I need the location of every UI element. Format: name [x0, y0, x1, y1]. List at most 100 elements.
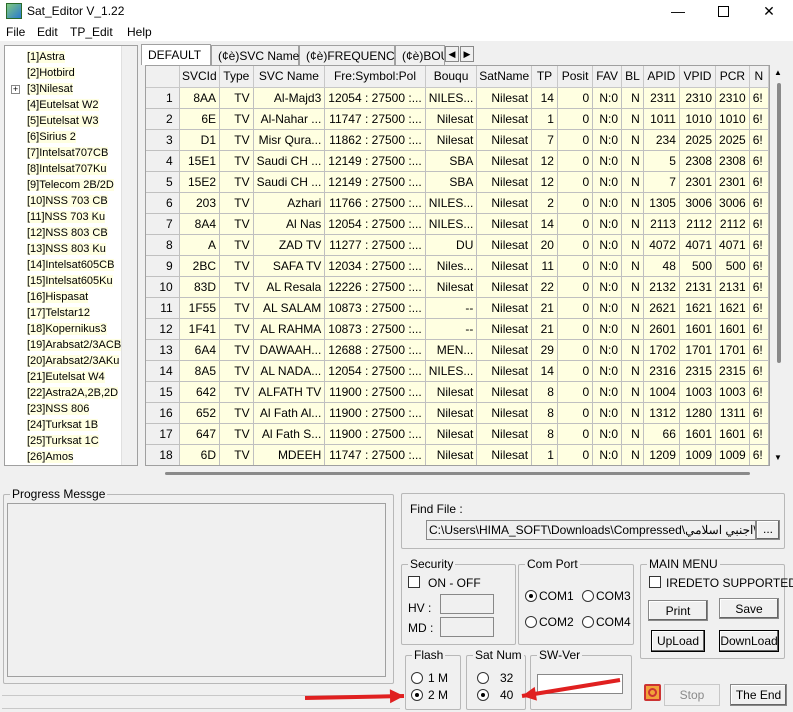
table-cell[interactable]: TV	[219, 381, 254, 403]
table-row[interactable]: 11 1F55 TV AL SALAM 10873 : 27500 :... -- Nile…	[146, 297, 769, 319]
table-cell[interactable]: A	[179, 234, 221, 256]
table-cell[interactable]: 6!	[749, 129, 769, 151]
menu-file[interactable]: File	[6, 25, 25, 39]
column-header[interactable]: VPID	[679, 66, 717, 88]
table-cell[interactable]: ZAD TV	[253, 234, 326, 256]
table-cell[interactable]: 12054 : 27500 :...	[324, 87, 426, 109]
table-cell[interactable]: 11900 : 27500 :...	[324, 402, 426, 424]
table-cell[interactable]: 8A5	[179, 360, 221, 382]
table-cell[interactable]: N:0	[592, 339, 623, 361]
table-cell[interactable]: TV	[219, 255, 254, 277]
table-cell[interactable]: 17	[146, 423, 180, 445]
irdeto-checkbox[interactable]	[649, 576, 661, 588]
table-cell[interactable]: Nilesat	[425, 276, 478, 298]
tree-item[interactable]: [23]NSS 806	[27, 403, 90, 415]
table-cell[interactable]: 0	[557, 402, 594, 424]
tab-bouquet[interactable]: (¢è)BOU	[395, 45, 445, 65]
table-cell[interactable]: 2112	[679, 213, 717, 235]
table-cell[interactable]: N	[621, 255, 644, 277]
table-cell[interactable]: TV	[219, 360, 254, 382]
table-cell[interactable]: 4072	[643, 234, 680, 256]
tree-item[interactable]: [26]Amos	[27, 451, 74, 463]
table-cell[interactable]: 12688 : 27500 :...	[324, 339, 426, 361]
column-header[interactable]: Bouqu	[425, 66, 478, 88]
table-row[interactable]: 5 15E2 TV Saudi CH ... 12149 : 27500 :... SBA…	[146, 171, 769, 193]
table-cell[interactable]: 6!	[749, 108, 769, 130]
table-row[interactable]: 9 2BC TV SAFA TV 12034 : 27500 :... Niles... N…	[146, 255, 769, 277]
table-row[interactable]: 13 6A4 TV DAWAAH... 12688 : 27500 :... MEN...…	[146, 339, 769, 361]
table-cell[interactable]: 14	[146, 360, 180, 382]
tree-scrollbar[interactable]	[121, 46, 137, 465]
table-cell[interactable]: 2621	[643, 297, 680, 319]
table-cell[interactable]: 2025	[679, 129, 717, 151]
tree-item[interactable]: [14]Intelsat605CB	[27, 259, 115, 271]
table-cell[interactable]: 6!	[749, 213, 769, 235]
table-cell[interactable]: 2025	[715, 129, 750, 151]
table-cell[interactable]: Nilesat	[476, 318, 533, 340]
table-cell[interactable]: 8	[531, 423, 558, 445]
table-cell[interactable]: Nilesat	[476, 402, 533, 424]
table-cell[interactable]: 2132	[643, 276, 680, 298]
table-cell[interactable]: 2315	[679, 360, 717, 382]
menu-help[interactable]: Help	[127, 25, 152, 39]
table-cell[interactable]: 6!	[749, 339, 769, 361]
satellite-tree[interactable]: [1]Astra [2]Hotbird [3]Nilesat [4]Eutelsat …	[4, 45, 138, 466]
table-cell[interactable]: Al Fath S...	[253, 423, 326, 445]
scroll-up-icon[interactable]: ▲	[774, 68, 782, 77]
minimize-button[interactable]: —	[655, 0, 701, 22]
tree-item[interactable]: [9]Telecom 2B/2D	[27, 179, 114, 191]
column-header[interactable]: N	[749, 66, 769, 88]
table-cell[interactable]: DAWAAH...	[253, 339, 326, 361]
table-cell[interactable]: 11747 : 27500 :...	[324, 108, 426, 130]
tree-item[interactable]: [2]Hotbird	[27, 67, 75, 79]
table-cell[interactable]: N	[621, 297, 644, 319]
table-cell[interactable]: 0	[557, 129, 594, 151]
table-cell[interactable]: 2301	[679, 171, 717, 193]
satnum-40-radio[interactable]	[477, 689, 489, 701]
table-cell[interactable]: 6!	[749, 318, 769, 340]
table-cell[interactable]: 14	[531, 360, 558, 382]
tab-svc-name[interactable]: (¢è)SVC Name	[211, 45, 299, 65]
table-cell[interactable]: 0	[557, 171, 594, 193]
table-cell[interactable]: 6!	[749, 255, 769, 277]
table-cell[interactable]: 6!	[749, 297, 769, 319]
table-cell[interactable]: Al Nas	[253, 213, 326, 235]
grid-vertical-scrollbar[interactable]: ▲ ▼	[770, 65, 787, 466]
table-cell[interactable]: N	[621, 276, 644, 298]
table-cell[interactable]: 203	[179, 192, 221, 214]
table-cell[interactable]: 14	[531, 213, 558, 235]
table-cell[interactable]: Al-Majd3	[253, 87, 326, 109]
table-cell[interactable]: TV	[219, 402, 254, 424]
download-button[interactable]: DownLoad	[719, 630, 779, 652]
column-header[interactable]: Fre:Symbol:Pol	[324, 66, 426, 88]
table-cell[interactable]: 29	[531, 339, 558, 361]
table-row[interactable]: 15 642 TV ALFATH TV 11900 : 27500 :... Nilesa…	[146, 381, 769, 403]
table-cell[interactable]: AL NADA...	[253, 360, 326, 382]
findfile-path-field[interactable]: C:\Users\HIMA_SOFT\Downloads\Compressed\…	[426, 520, 756, 540]
hscroll-thumb[interactable]	[165, 472, 750, 475]
table-cell[interactable]: 21	[531, 318, 558, 340]
table-row[interactable]: 16 652 TV Al Fath Al... 11900 : 27500 :... Ni…	[146, 402, 769, 424]
table-cell[interactable]: Nilesat	[476, 87, 533, 109]
table-cell[interactable]: TV	[219, 234, 254, 256]
tree-item[interactable]: [16]Hispasat	[27, 291, 89, 303]
table-cell[interactable]: 21	[531, 297, 558, 319]
table-cell[interactable]: Nilesat	[476, 108, 533, 130]
table-cell[interactable]: 0	[557, 150, 594, 172]
table-cell[interactable]: TV	[219, 297, 254, 319]
table-cell[interactable]: N:0	[592, 108, 623, 130]
table-cell[interactable]: TV	[219, 192, 254, 214]
tab-default[interactable]: DEFAULT	[141, 44, 211, 65]
table-cell[interactable]: Nilesat	[476, 423, 533, 445]
table-cell[interactable]: 22	[531, 276, 558, 298]
table-cell[interactable]: N:0	[592, 150, 623, 172]
table-cell[interactable]: 11747 : 27500 :...	[324, 444, 426, 465]
table-cell[interactable]: Nilesat	[476, 213, 533, 235]
theend-button[interactable]: The End	[730, 684, 787, 706]
security-checkbox[interactable]	[408, 576, 420, 588]
tree-item[interactable]: [10]NSS 703 CB	[27, 195, 108, 207]
table-cell[interactable]: 1F55	[179, 297, 221, 319]
table-cell[interactable]: NILES...	[425, 213, 478, 235]
table-cell[interactable]: N	[621, 129, 644, 151]
tree-item[interactable]: [3]Nilesat	[27, 83, 73, 95]
